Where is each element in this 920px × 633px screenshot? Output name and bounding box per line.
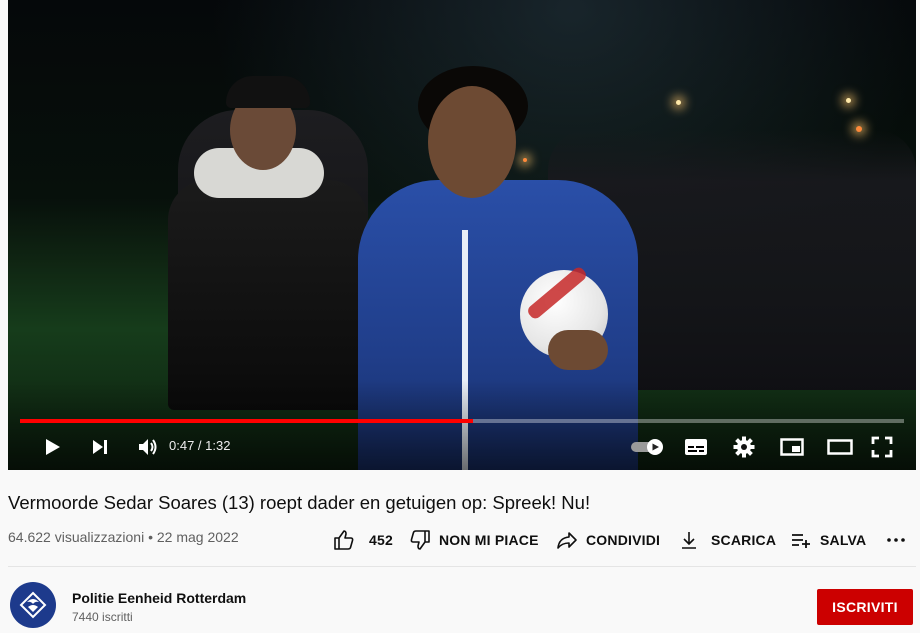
progress-bar[interactable] <box>20 419 904 423</box>
subtitles-button[interactable] <box>674 428 718 466</box>
boy-hand <box>548 330 608 370</box>
action-bar: 452 NON MI PIACE CONDIVIDI SCARICA SALVA <box>0 524 920 556</box>
settings-button[interactable] <box>722 428 766 466</box>
theater-mode-icon <box>827 439 853 455</box>
settings-icon <box>733 436 755 458</box>
volume-icon <box>139 439 157 455</box>
stadium-light <box>523 158 527 162</box>
video-title: Vermoorde Sedar Soares (13) roept dader … <box>8 492 591 513</box>
next-icon <box>93 440 107 454</box>
boy-head <box>428 86 516 198</box>
fullscreen-button[interactable] <box>860 428 904 466</box>
video-frame <box>8 0 916 470</box>
dislike-label: NON MI PIACE <box>439 532 539 548</box>
next-button[interactable] <box>78 428 122 466</box>
volume-button[interactable] <box>126 428 170 466</box>
dislike-button[interactable]: NON MI PIACE <box>409 524 539 556</box>
more-horizontal-icon <box>887 538 905 542</box>
subscribe-button[interactable]: ISCRIVITI <box>817 589 913 625</box>
share-button[interactable]: CONDIVIDI <box>556 524 660 556</box>
save-button[interactable]: SALVA <box>790 524 866 556</box>
video-player[interactable]: 0:47 / 1:32 <box>8 0 916 470</box>
theater-mode-button[interactable] <box>818 428 862 466</box>
share-label: CONDIVIDI <box>586 532 661 548</box>
download-icon <box>682 532 696 549</box>
share-icon <box>557 532 577 549</box>
man-cap <box>226 76 310 108</box>
thumbs-up-icon <box>334 530 354 550</box>
miniplayer-button[interactable] <box>770 428 814 466</box>
add-to-playlist-icon <box>792 534 810 548</box>
channel-name[interactable]: Politie Eenheid Rotterdam <box>72 590 246 606</box>
like-button[interactable]: 452 <box>333 524 393 556</box>
fullscreen-icon <box>871 436 893 458</box>
channel-avatar[interactable] <box>10 582 56 628</box>
download-button[interactable]: SCARICA <box>679 524 776 556</box>
autoplay-toggle-icon <box>631 439 663 455</box>
play-icon <box>46 439 60 455</box>
subscriber-count: 7440 iscritti <box>72 610 133 624</box>
stadium-light <box>676 100 681 105</box>
play-button[interactable] <box>30 428 74 466</box>
save-label: SALVA <box>820 532 867 548</box>
player-controls: 0:47 / 1:32 <box>8 428 916 466</box>
progress-bar-played <box>20 419 473 423</box>
autoplay-toggle[interactable] <box>626 428 670 466</box>
time-display: 0:47 / 1:32 <box>169 438 231 453</box>
thumbs-down-icon <box>410 530 430 550</box>
download-label: SCARICA <box>711 532 777 548</box>
like-count: 452 <box>369 532 393 548</box>
man-jacket <box>168 180 368 410</box>
miniplayer-icon <box>780 438 804 456</box>
stadium-light <box>846 98 851 103</box>
more-actions-button[interactable] <box>886 524 906 556</box>
section-divider <box>8 566 916 567</box>
police-logo-icon <box>19 591 47 619</box>
subtitles-icon <box>685 439 707 455</box>
